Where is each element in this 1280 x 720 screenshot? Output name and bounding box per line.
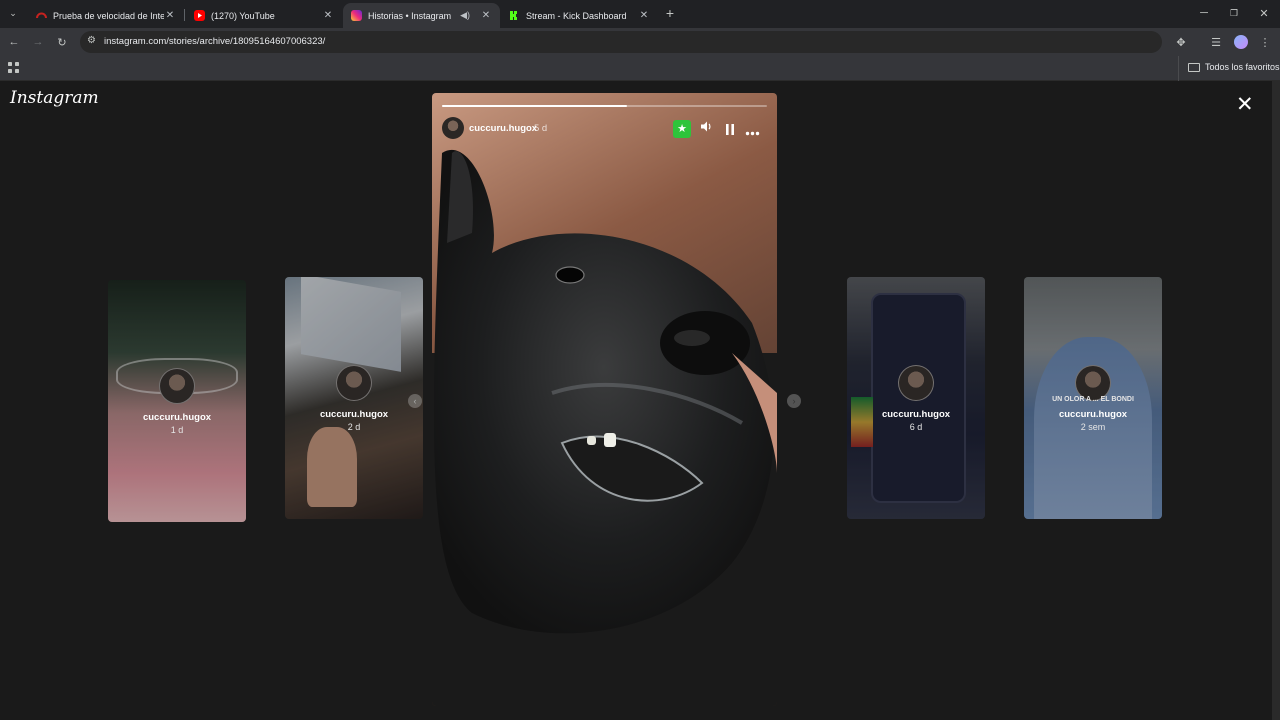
story-age: 5 d (534, 123, 548, 134)
forward-arrow-icon[interactable]: → (30, 34, 46, 50)
address-bar[interactable]: ⚙ instagram.com/stories/archive/18095164… (80, 31, 1162, 53)
pause-icon[interactable] (725, 122, 735, 140)
tab-youtube[interactable]: (1270) YouTube ✕ (186, 3, 342, 28)
close-friends-star-icon: ★ (673, 120, 691, 138)
story-avatar[interactable] (442, 117, 464, 139)
tab-search-icon[interactable]: ⌄ (5, 5, 21, 21)
close-stories-button[interactable]: ✕ (1236, 94, 1254, 115)
close-tab-icon[interactable]: ✕ (164, 10, 176, 21)
story-thumbnail[interactable]: cuccuru.hugox 2 d (285, 277, 423, 519)
media-control-icon[interactable]: ☰ (1208, 34, 1224, 50)
tab-title: Historias • Instagram (368, 10, 452, 21)
folder-icon (1188, 62, 1200, 72)
close-tab-icon[interactable]: ✕ (638, 10, 650, 21)
volume-icon[interactable] (700, 120, 713, 136)
story-progress-fill (442, 105, 628, 107)
story-username[interactable]: cuccuru.hugox (469, 123, 537, 134)
close-tab-icon[interactable]: ✕ (322, 10, 334, 21)
close-window-button[interactable]: ✕ (1256, 5, 1272, 21)
tab-speedtest[interactable]: Prueba de velocidad de Interne ✕ (28, 3, 184, 28)
bookmarks-bar: Todos los favoritos (0, 56, 1280, 81)
site-settings-icon[interactable]: ⚙ (87, 35, 96, 46)
kick-favicon-icon (509, 10, 520, 21)
story-thumbnail[interactable]: cuccuru.hugox 6 d (847, 277, 985, 519)
reload-icon[interactable]: ↻ (54, 34, 70, 50)
thumbnail-username: cuccuru.hugox (881, 409, 951, 420)
tab-separator (184, 9, 185, 21)
youtube-favicon-icon (194, 10, 205, 21)
thumbnail-username: cuccuru.hugox (319, 409, 389, 420)
apps-grid-icon[interactable] (8, 61, 20, 73)
speaker-icon[interactable]: ◀) (460, 10, 470, 21)
more-options-icon[interactable] (745, 123, 760, 141)
thumbnail-age: 1 d (170, 425, 184, 435)
thumbnail-age: 2 sem (1080, 422, 1106, 432)
story-progress-track (442, 105, 767, 107)
avatar (336, 365, 372, 401)
new-tab-button[interactable]: + (662, 5, 678, 21)
back-arrow-icon[interactable]: ← (6, 34, 22, 50)
story-thumbnail[interactable]: UN OLOR A ... EL BONDI cuccuru.hugox 2 s… (1024, 277, 1162, 519)
scrollbar[interactable] (1272, 81, 1280, 720)
all-bookmarks-folder[interactable]: Todos los favoritos (1188, 62, 1280, 72)
tab-strip: ⌄ Prueba de velocidad de Interne ✕ (1270… (0, 0, 1280, 28)
previous-story-button[interactable]: ‹ (408, 394, 422, 408)
bookmarks-folder-label: Todos los favoritos (1205, 62, 1280, 72)
tab-title: (1270) YouTube (211, 10, 275, 21)
browser-menu-icon[interactable]: ⋮ (1257, 34, 1273, 50)
thumbnail-username: cuccuru.hugox (1058, 409, 1128, 420)
url-text: instagram.com/stories/archive/1809516460… (104, 36, 326, 47)
tab-title: Prueba de velocidad de Interne (53, 10, 164, 21)
thumbnail-age: 6 d (909, 422, 923, 432)
thumbnail-caption: UN OLOR A ... EL BONDI (1052, 396, 1134, 403)
instagram-favicon-icon (351, 10, 362, 21)
close-tab-icon[interactable]: ✕ (480, 10, 492, 21)
thumbnail-username: cuccuru.hugox (142, 412, 212, 423)
minimize-button[interactable]: ─ (1196, 5, 1212, 21)
active-story[interactable]: cuccuru.hugox 5 d ★ (432, 93, 777, 706)
tab-title: Stream - Kick Dashboard (526, 10, 627, 21)
tab-kick[interactable]: Stream - Kick Dashboard ✕ (501, 3, 658, 28)
next-story-button[interactable]: › (787, 394, 801, 408)
extensions-icon[interactable]: ✥ (1173, 34, 1189, 50)
instagram-logo[interactable]: Instagram (10, 88, 99, 108)
thumbnail-age: 2 d (347, 422, 361, 432)
avatar (159, 368, 195, 404)
tab-instagram[interactable]: Historias • Instagram ◀) ✕ (343, 3, 500, 28)
profile-avatar[interactable] (1233, 34, 1249, 50)
restore-button[interactable]: ❐ (1226, 5, 1242, 21)
speedtest-favicon-icon (36, 10, 47, 21)
avatar (898, 365, 934, 401)
story-media (432, 93, 777, 706)
story-thumbnail[interactable]: cuccuru.hugox 1 d (108, 280, 246, 522)
divider (1178, 56, 1179, 81)
